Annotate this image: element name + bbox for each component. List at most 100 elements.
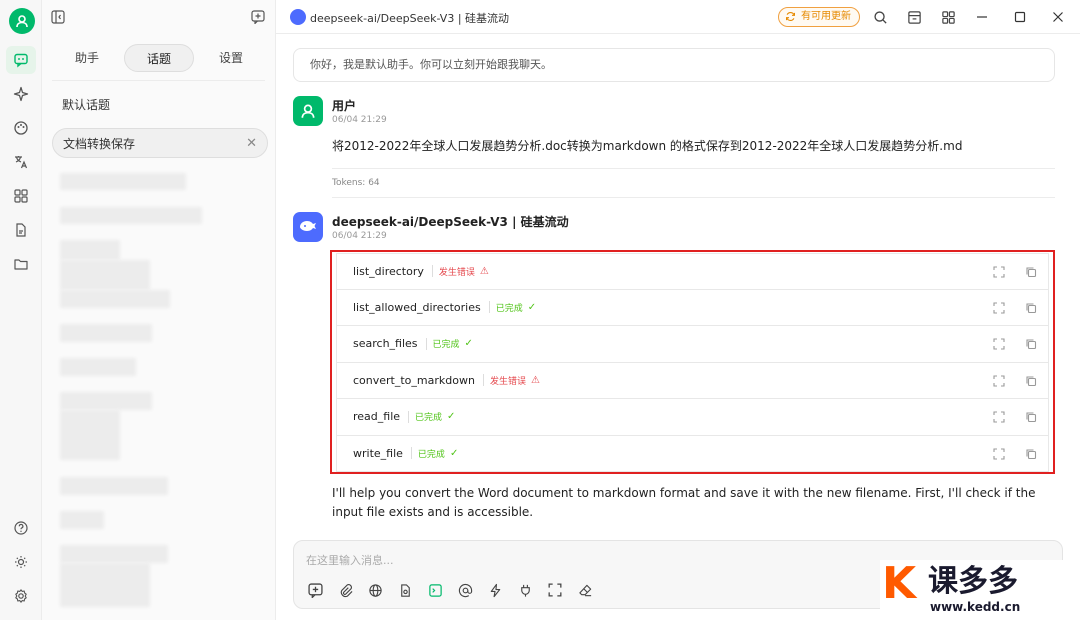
tool-call-item[interactable]: list_directory 发生错误 ⚠ <box>336 253 1049 290</box>
tool-status: 发生错误 <box>489 376 526 387</box>
tool-call-item[interactable]: list_allowed_directories 已完成 ✓ <box>336 289 1049 326</box>
blurred-topic[interactable] <box>60 240 120 260</box>
tool-call-item[interactable]: write_file 已完成 ✓ <box>336 435 1049 472</box>
fullscreen-icon[interactable] <box>546 581 564 599</box>
tool-status: 发生错误 <box>438 267 475 278</box>
deepseek-avatar-icon <box>293 212 323 242</box>
copy-icon[interactable] <box>1024 410 1038 424</box>
help-icon[interactable] <box>11 518 31 538</box>
topic-item-selected[interactable]: 文档转换保存 ✕ <box>52 128 268 158</box>
blurred-topic[interactable] <box>60 563 150 607</box>
assistant-reply-text: I'll help you convert the Word document … <box>332 486 1036 519</box>
translate-icon[interactable] <box>11 152 31 172</box>
user-avatar-icon[interactable] <box>9 8 35 34</box>
palette-icon[interactable] <box>11 118 31 138</box>
watermark-k-mark: K <box>882 558 917 609</box>
watermark-brand: 课多多 <box>928 564 1018 599</box>
blurred-topic[interactable] <box>60 410 120 460</box>
message-input[interactable] <box>306 549 906 571</box>
apps-grid-icon[interactable] <box>11 186 31 206</box>
blurred-topic[interactable] <box>60 358 136 376</box>
panel-tabs: 助手 话题 设置 <box>52 44 266 72</box>
mention-icon[interactable] <box>456 581 474 599</box>
separator <box>425 337 427 350</box>
expand-icon[interactable] <box>992 301 1006 315</box>
globe-icon[interactable] <box>366 581 384 599</box>
tool-call-item[interactable]: read_file 已完成 ✓ <box>336 399 1049 436</box>
new-topic-icon[interactable] <box>250 9 266 25</box>
eraser-icon[interactable] <box>576 581 594 599</box>
separator <box>431 265 433 278</box>
sparkle-icon[interactable] <box>11 84 31 104</box>
layout-grid-icon[interactable] <box>939 8 957 26</box>
mcp-icon[interactable] <box>426 581 444 599</box>
panel-header <box>42 0 275 34</box>
tool-status: 已完成 <box>432 340 460 351</box>
title-bar: deepseek-ai/DeepSeek-V3 | 硅基流动 有可用更新 <box>276 0 1080 34</box>
close-window-icon[interactable] <box>1049 8 1067 26</box>
mini-window-icon[interactable] <box>905 8 923 26</box>
lightning-icon[interactable] <box>486 581 504 599</box>
watermark-logo: K 课多多 www.kedd.cn <box>880 560 1080 620</box>
expand-icon[interactable] <box>992 410 1006 424</box>
plug-icon[interactable] <box>516 581 534 599</box>
copy-icon[interactable] <box>1024 301 1038 315</box>
copy-icon[interactable] <box>1024 374 1038 388</box>
warning-icon: ⚠ <box>530 374 540 386</box>
topic-item-default[interactable]: 默认话题 <box>52 90 268 120</box>
copy-icon[interactable] <box>1024 337 1038 351</box>
blurred-topic[interactable] <box>60 290 170 308</box>
expand-icon[interactable] <box>992 337 1006 351</box>
search-icon[interactable] <box>871 8 889 26</box>
close-icon[interactable]: ✕ <box>246 129 257 159</box>
blurred-topic[interactable] <box>60 477 168 495</box>
minimize-icon[interactable] <box>973 8 991 26</box>
sync-icon <box>785 11 796 29</box>
separator <box>488 301 490 314</box>
knowledge-icon[interactable] <box>396 581 414 599</box>
tool-name: read_file <box>353 410 401 424</box>
blurred-topic[interactable] <box>60 173 186 190</box>
tool-call-item[interactable]: search_files 已完成 ✓ <box>336 326 1049 363</box>
tool-call-list: list_directory 发生错误 ⚠ list_allowed_direc… <box>336 253 1049 472</box>
copy-icon[interactable] <box>1024 265 1038 279</box>
attachment-icon[interactable] <box>336 581 354 599</box>
tab-settings[interactable]: 设置 <box>196 44 266 72</box>
topic-panel: 助手 话题 设置 默认话题 文档转换保存 ✕ <box>42 0 276 620</box>
icon-rail <box>0 0 42 620</box>
new-topic-icon[interactable] <box>306 581 324 599</box>
blurred-topic[interactable] <box>60 545 168 563</box>
separator <box>482 374 484 387</box>
update-available-button[interactable]: 有可用更新 <box>778 7 860 27</box>
tab-topics[interactable]: 话题 <box>124 44 194 72</box>
blurred-topic[interactable] <box>60 324 152 342</box>
copy-icon[interactable] <box>1024 447 1038 461</box>
tool-call-item[interactable]: convert_to_markdown 发生错误 ⚠ <box>336 362 1049 399</box>
maximize-icon[interactable] <box>1011 8 1029 26</box>
message-time: 06/04 21:29 <box>332 115 387 125</box>
chat-icon[interactable] <box>6 46 36 74</box>
blurred-topic[interactable] <box>60 207 202 224</box>
deepseek-logo-icon <box>290 9 306 25</box>
collapse-sidebar-icon[interactable] <box>50 9 66 25</box>
check-icon: ✓ <box>464 338 473 350</box>
brightness-icon[interactable] <box>11 552 31 572</box>
tool-name: search_files <box>353 337 418 351</box>
update-label: 有可用更新 <box>801 11 851 22</box>
tool-name: list_directory <box>353 264 424 278</box>
settings-icon[interactable] <box>11 586 31 606</box>
window-title: deepseek-ai/DeepSeek-V3 | 硅基流动 <box>310 12 510 25</box>
folder-icon[interactable] <box>11 254 31 274</box>
divider <box>332 168 1055 169</box>
tool-name: list_allowed_directories <box>353 300 481 314</box>
tab-assistants[interactable]: 助手 <box>52 44 122 72</box>
expand-icon[interactable] <box>992 374 1006 388</box>
token-count: Tokens: 64 <box>332 178 380 188</box>
user-message-text: 将2012-2022年全球人口发展趋势分析.doc转换为markdown 的格式… <box>332 139 963 153</box>
expand-icon[interactable] <box>992 447 1006 461</box>
document-icon[interactable] <box>11 220 31 240</box>
blurred-topic[interactable] <box>60 260 150 290</box>
expand-icon[interactable] <box>992 265 1006 279</box>
blurred-topic[interactable] <box>60 511 104 529</box>
blurred-topic[interactable] <box>60 392 152 410</box>
